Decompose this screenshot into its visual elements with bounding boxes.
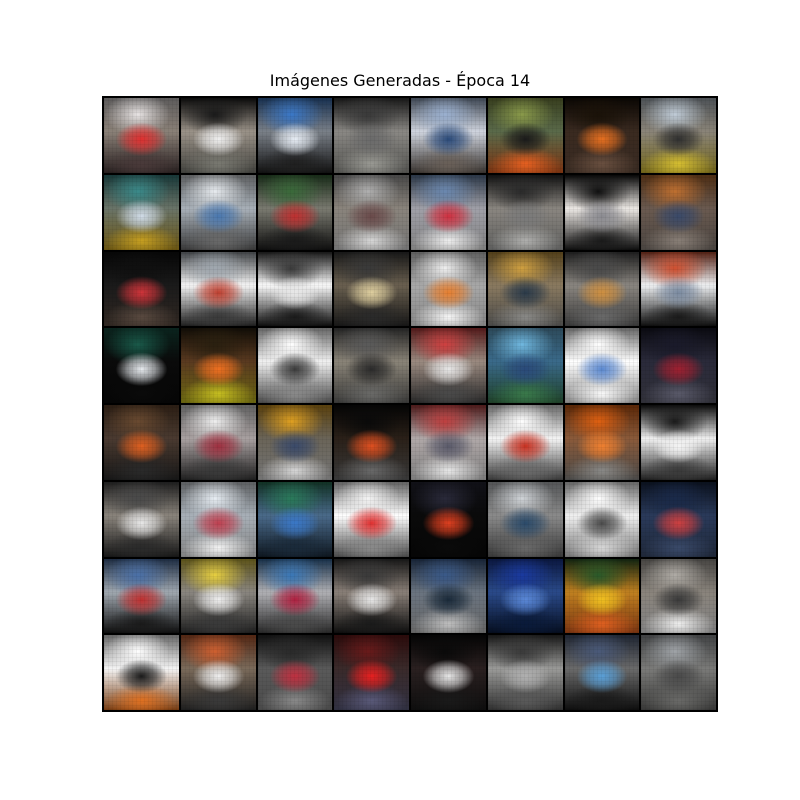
generated-image-tile bbox=[487, 558, 563, 634]
generated-image-tile bbox=[104, 251, 179, 327]
generated-image-tile bbox=[487, 98, 563, 173]
generated-image-tile bbox=[411, 635, 486, 710]
generated-image-tile bbox=[257, 558, 333, 634]
generated-image-tile bbox=[257, 328, 333, 403]
generated-image-tile bbox=[257, 98, 333, 173]
generated-image-tile bbox=[487, 405, 563, 480]
generated-image-tile bbox=[334, 328, 409, 403]
generated-image-tile bbox=[180, 481, 256, 557]
generated-image-tile bbox=[257, 481, 333, 557]
generated-image-grid bbox=[102, 96, 718, 712]
generated-image-tile bbox=[487, 174, 563, 250]
generated-image-tile bbox=[564, 405, 640, 480]
generated-image-tile bbox=[564, 98, 640, 173]
generated-image-tile bbox=[411, 558, 486, 634]
generated-image-tile bbox=[641, 558, 716, 634]
generated-image-tile bbox=[487, 481, 563, 557]
generated-image-tile bbox=[564, 328, 640, 403]
generated-image-tile bbox=[641, 98, 716, 173]
generated-image-tile bbox=[104, 405, 179, 480]
generated-image-tile bbox=[564, 558, 640, 634]
generated-image-tile bbox=[180, 251, 256, 327]
generated-image-tile bbox=[411, 481, 486, 557]
generated-image-tile bbox=[564, 251, 640, 327]
generated-image-tile bbox=[411, 251, 486, 327]
generated-image-tile bbox=[411, 174, 486, 250]
generated-image-tile bbox=[411, 328, 486, 403]
generated-image-tile bbox=[257, 635, 333, 710]
generated-image-tile bbox=[564, 174, 640, 250]
generated-image-tile bbox=[180, 558, 256, 634]
generated-image-tile bbox=[334, 174, 409, 250]
generated-image-tile bbox=[334, 98, 409, 173]
generated-image-tile bbox=[104, 98, 179, 173]
generated-image-tile bbox=[411, 405, 486, 480]
generated-image-tile bbox=[334, 251, 409, 327]
generated-image-tile bbox=[411, 98, 486, 173]
generated-image-tile bbox=[180, 405, 256, 480]
generated-image-tile bbox=[180, 635, 256, 710]
generated-image-tile bbox=[334, 558, 409, 634]
generated-image-tile bbox=[564, 481, 640, 557]
generated-image-tile bbox=[641, 481, 716, 557]
generated-image-tile bbox=[104, 174, 179, 250]
generated-image-tile bbox=[180, 98, 256, 173]
figure-title: Imágenes Generadas - Época 14 bbox=[269, 71, 531, 90]
generated-image-tile bbox=[257, 174, 333, 250]
generated-image-tile bbox=[641, 328, 716, 403]
generated-image-tile bbox=[641, 251, 716, 327]
generated-image-tile bbox=[104, 328, 179, 403]
generated-image-tile bbox=[104, 481, 179, 557]
generated-image-tile bbox=[104, 558, 179, 634]
generated-image-tile bbox=[104, 635, 179, 710]
generated-image-tile bbox=[180, 174, 256, 250]
generated-image-tile bbox=[180, 328, 256, 403]
generated-image-tile bbox=[334, 481, 409, 557]
generated-image-tile bbox=[641, 405, 716, 480]
generated-image-tile bbox=[257, 251, 333, 327]
generated-image-tile bbox=[334, 635, 409, 710]
generated-image-tile bbox=[257, 405, 333, 480]
figure: Imágenes Generadas - Época 14 bbox=[0, 0, 800, 800]
generated-image-tile bbox=[564, 635, 640, 710]
generated-image-tile bbox=[641, 635, 716, 710]
generated-image-tile bbox=[641, 174, 716, 250]
generated-image-tile bbox=[487, 328, 563, 403]
generated-image-tile bbox=[487, 635, 563, 710]
generated-image-tile bbox=[334, 405, 409, 480]
generated-image-tile bbox=[487, 251, 563, 327]
